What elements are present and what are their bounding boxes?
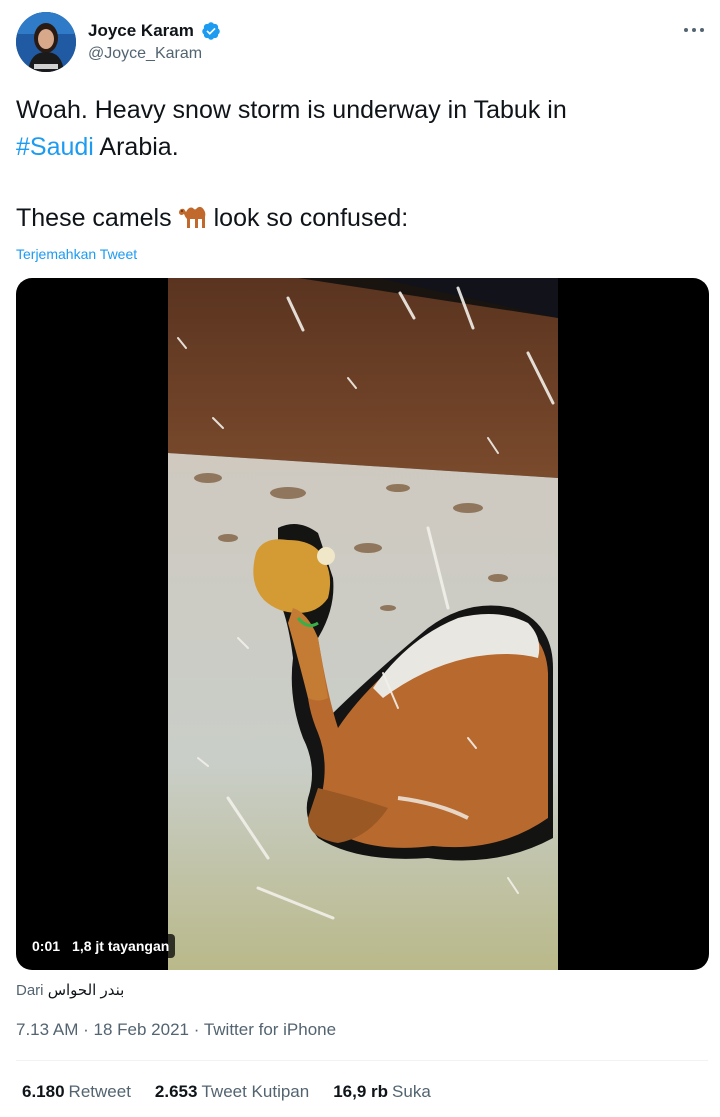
display-name[interactable]: Joyce Karam [88,20,194,42]
tweet-meta: 7.13 AM · 18 Feb 2021 · Twitter for iPho… [16,1020,336,1040]
camel-emoji-icon [178,206,205,228]
more-options-icon[interactable] [680,16,708,44]
hashtag-link[interactable]: #Saudi [16,133,94,161]
quote-stat[interactable]: 2.653 Tweet Kutipan [155,1082,309,1102]
like-label: Suka [392,1082,431,1101]
meta-separator-2: · [193,1020,200,1039]
retweet-label: Retweet [68,1082,131,1101]
video-views: 1,8 jt tayangan [72,938,170,954]
quote-label: Tweet Kutipan [201,1082,310,1101]
tweet-text: Woah. Heavy snow storm is underway in Ta… [16,92,696,237]
tweet-time[interactable]: 7.13 AM [16,1020,78,1039]
video-timestamp: 0:01 [32,938,61,954]
tweet-stats: 6.180 Retweet 2.653 Tweet Kutipan 16,9 rb S… [22,1082,431,1102]
source-author-link[interactable]: بندر الحواس [48,982,125,999]
quote-count: 2.653 [154,1082,198,1101]
tweet-date[interactable]: 18 Feb 2021 [94,1020,189,1039]
tweet-line-3-end: look so confused: [213,204,409,232]
tweet-line-1: Woah. Heavy snow storm is underway in Ta… [16,96,567,124]
divider-top [16,1060,708,1061]
tweet-line-3-start: These camels [16,204,172,232]
retweet-stat[interactable]: 6.180 Retweet [22,1082,131,1102]
tweet-line-3: These camels look so confused: [16,200,696,237]
video-player[interactable]: 0:01 1,8 jt tayangan [16,278,709,970]
video-info-badge: 0:01 1,8 jt tayangan [26,934,176,958]
verified-badge-icon [202,22,221,40]
like-count: 16,9 rb [333,1082,389,1101]
media-source: Dari بندر الحواس [16,981,124,999]
user-handle[interactable]: @Joyce_Karam [88,43,221,65]
source-prefix: Dari [16,982,44,999]
tweet-line-2-rest: Arabia. [93,133,179,161]
tweet-header: Joyce Karam @Joyce_Karam [16,12,708,72]
retweet-count: 6.180 [22,1082,65,1101]
tweet-client[interactable]: Twitter for iPhone [204,1020,336,1039]
translate-tweet-link[interactable]: Terjemahkan Tweet [16,246,137,262]
like-stat[interactable]: 16,9 rb Suka [333,1082,431,1102]
avatar[interactable] [16,12,76,72]
tweet-line-2: #Saudi Arabia. [16,129,696,166]
meta-separator-1: · [83,1020,89,1039]
video-frame [168,278,558,970]
